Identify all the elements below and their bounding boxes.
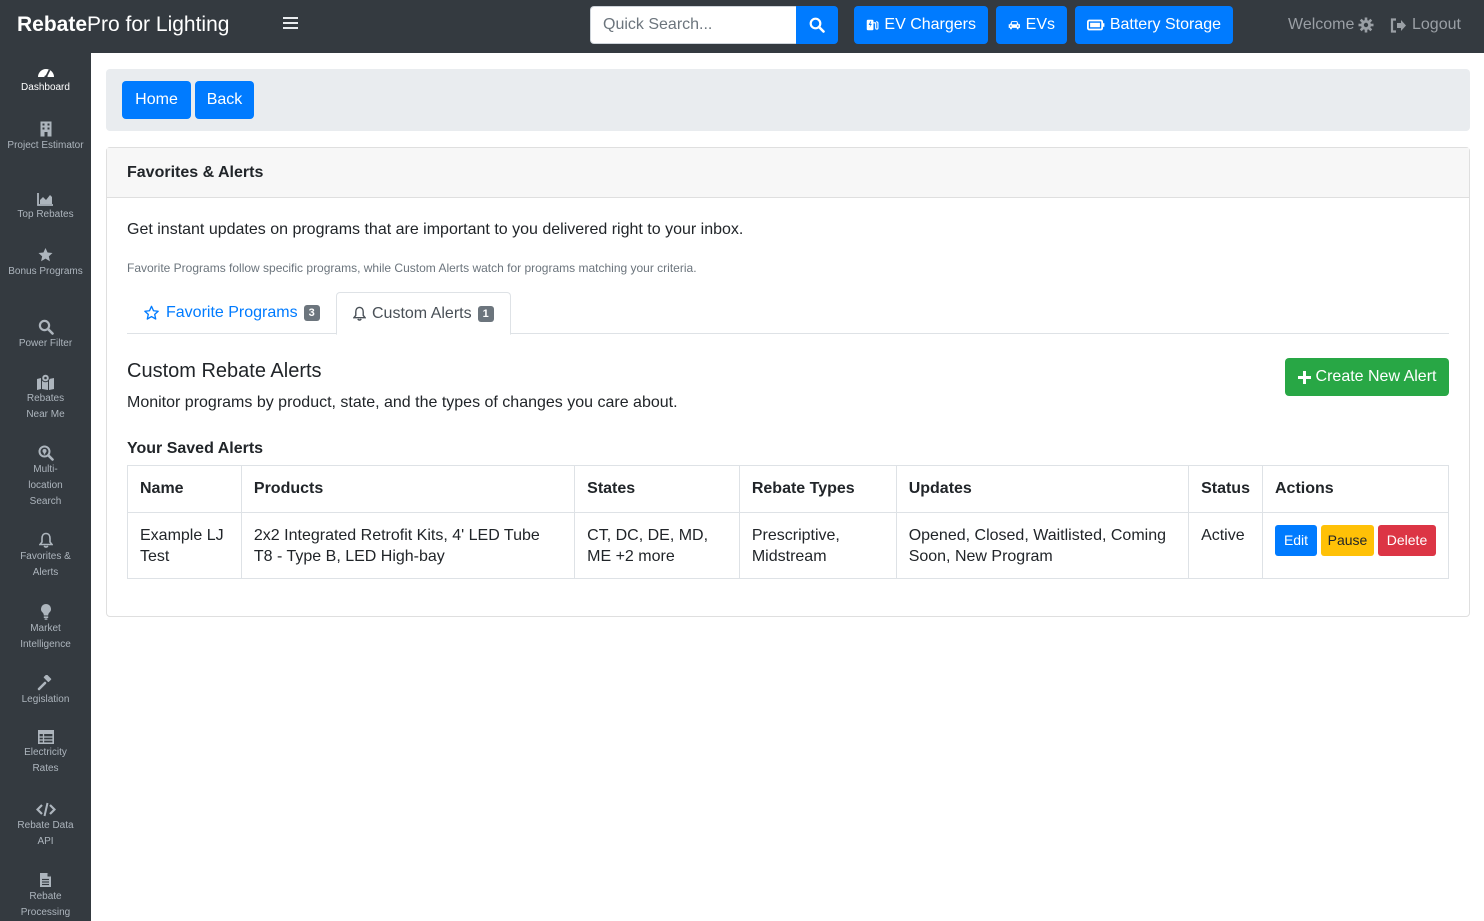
file-icon <box>40 873 51 887</box>
evs-label: EVs <box>1025 16 1055 33</box>
breadcrumb: Home Back <box>106 69 1470 131</box>
create-new-alert-label: Create New Alert <box>1315 368 1437 385</box>
column-header-updates: Updates <box>895 465 1190 513</box>
alerts-count-badge: 1 <box>477 305 494 322</box>
star-icon <box>38 248 53 262</box>
saved-alerts-heading: Your Saved Alerts <box>127 440 264 457</box>
alert-states-cell: CT, DC, DE, MD, ME +2 more <box>574 512 740 579</box>
sidebar-item-rebate-processing[interactable]: Rebate Processing <box>0 872 91 921</box>
gavel-icon <box>37 675 52 691</box>
map-marked-icon <box>37 374 54 390</box>
sidebar-item-dashboard[interactable]: Dashboard <box>0 65 91 96</box>
car-icon <box>1008 21 1020 30</box>
alert-actions-cell: Edit Pause Delete <box>1262 512 1449 579</box>
table-icon <box>37 730 54 744</box>
sidebar-item-top-rebates[interactable]: Top Rebates <box>0 193 91 223</box>
tab-bar: Favorite Programs 3 Custom Alerts 1 <box>127 292 1449 335</box>
battery-storage-button[interactable]: Battery Storage <box>1075 6 1233 44</box>
sidebar-item-rebate-data-api[interactable]: Rebate Data API <box>0 802 91 850</box>
table-header-row: Name Products States Rebate Types Update… <box>127 465 1449 513</box>
evs-button[interactable]: EVs <box>996 6 1067 44</box>
star-outline-icon <box>144 305 159 320</box>
sidebar-item-project-estimator[interactable]: Project Estimator <box>0 121 91 154</box>
sidebar-item-rebates-near-me[interactable]: Rebates Near Me <box>0 374 91 423</box>
bell-icon <box>353 306 366 321</box>
home-button[interactable]: Home <box>122 81 191 119</box>
sign-out-icon <box>1390 17 1406 33</box>
lightbulb-icon <box>40 604 51 620</box>
back-button[interactable]: Back <box>195 81 254 119</box>
code-icon <box>35 802 56 817</box>
dashboard-icon <box>37 69 54 79</box>
delete-alert-button[interactable]: Delete <box>1378 525 1436 556</box>
sidebar-item-favorites-alerts[interactable]: Favorites & Alerts <box>0 532 91 581</box>
alert-products-cell: 2x2 Integrated Retrofit Kits, 4' LED Tub… <box>240 512 576 579</box>
intro-text: Get instant updates on programs that are… <box>127 221 744 238</box>
column-header-products: Products <box>240 465 576 513</box>
tab-custom-alerts-label: Custom Alerts <box>372 304 472 322</box>
column-header-status: Status <box>1188 465 1263 513</box>
top-navbar: RebatePro for Lighting EV Chargers EVs B… <box>0 0 1484 53</box>
ev-chargers-button[interactable]: EV Chargers <box>854 6 988 44</box>
column-header-rebate-types: Rebate Types <box>738 465 897 513</box>
charging-station-icon <box>866 19 879 31</box>
alert-updates-cell: Opened, Closed, Waitlisted, Coming Soon,… <box>895 512 1190 579</box>
sidebar-item-market-intelligence[interactable]: Market Intelligence <box>0 603 91 653</box>
sidebar-item-power-filter[interactable]: Power Filter <box>0 319 91 352</box>
tab-favorite-programs-label: Favorite Programs <box>166 304 298 321</box>
bell-icon <box>38 532 53 548</box>
ev-chargers-label: EV Chargers <box>884 16 976 33</box>
table-row: Example LJ Test 2x2 Integrated Retrofit … <box>127 512 1449 579</box>
saved-alerts-table: Name Products States Rebate Types Update… <box>127 465 1449 579</box>
plus-icon <box>1297 370 1311 384</box>
logout-label: Logout <box>1412 16 1461 33</box>
alert-name-cell: Example LJ Test <box>127 512 242 579</box>
search-icon <box>38 319 54 335</box>
alert-rebate-types-cell: Prescriptive, Midstream <box>738 512 897 579</box>
favorite-count-badge: 3 <box>303 305 320 321</box>
sidebar-item-electricity-rates[interactable]: Electricity Rates <box>0 730 91 777</box>
search-button[interactable] <box>796 6 838 44</box>
tab-favorite-programs[interactable]: Favorite Programs 3 <box>127 292 336 334</box>
search-icon <box>809 17 825 33</box>
section-subtitle: Monitor programs by product, state, and … <box>127 394 678 411</box>
battery-icon <box>1087 19 1105 31</box>
gear-icon <box>1358 17 1374 33</box>
area-chart-icon <box>37 193 53 206</box>
logout-link[interactable]: Logout <box>1390 16 1461 34</box>
pause-alert-button[interactable]: Pause <box>1321 525 1374 556</box>
sidebar-item-legislation[interactable]: Legislation <box>0 675 91 708</box>
welcome-label: Welcome <box>1288 16 1355 33</box>
column-header-actions: Actions <box>1262 465 1449 513</box>
battery-storage-label: Battery Storage <box>1109 16 1221 33</box>
welcome-menu[interactable]: Welcome <box>1288 16 1374 34</box>
search-location-icon <box>38 445 54 461</box>
card-title: Favorites & Alerts <box>107 148 1469 198</box>
building-icon <box>40 121 51 137</box>
favorites-alerts-card: Favorites & Alerts Get instant updates o… <box>106 147 1470 617</box>
quick-search-input[interactable] <box>590 6 797 44</box>
edit-alert-button[interactable]: Edit <box>1275 525 1317 556</box>
alert-status-cell: Active <box>1188 512 1263 579</box>
column-header-states: States <box>574 465 740 513</box>
sidebar-item-bonus-programs[interactable]: Bonus Programs <box>0 247 91 280</box>
section-title: Custom Rebate Alerts <box>127 360 322 382</box>
column-header-name: Name <box>127 465 242 513</box>
tab-custom-alerts[interactable]: Custom Alerts 1 <box>336 292 511 335</box>
menu-toggle-icon[interactable] <box>283 17 298 31</box>
sidebar-item-multi-location-search[interactable]: Multi-location Search <box>0 445 91 510</box>
intro-help-text: Favorite Programs follow specific progra… <box>127 261 697 275</box>
sidebar: Dashboard Project Estimator Top Rebates … <box>0 53 91 921</box>
brand-logo[interactable]: RebatePro for Lighting <box>17 13 229 37</box>
create-new-alert-button[interactable]: Create New Alert <box>1285 358 1449 396</box>
